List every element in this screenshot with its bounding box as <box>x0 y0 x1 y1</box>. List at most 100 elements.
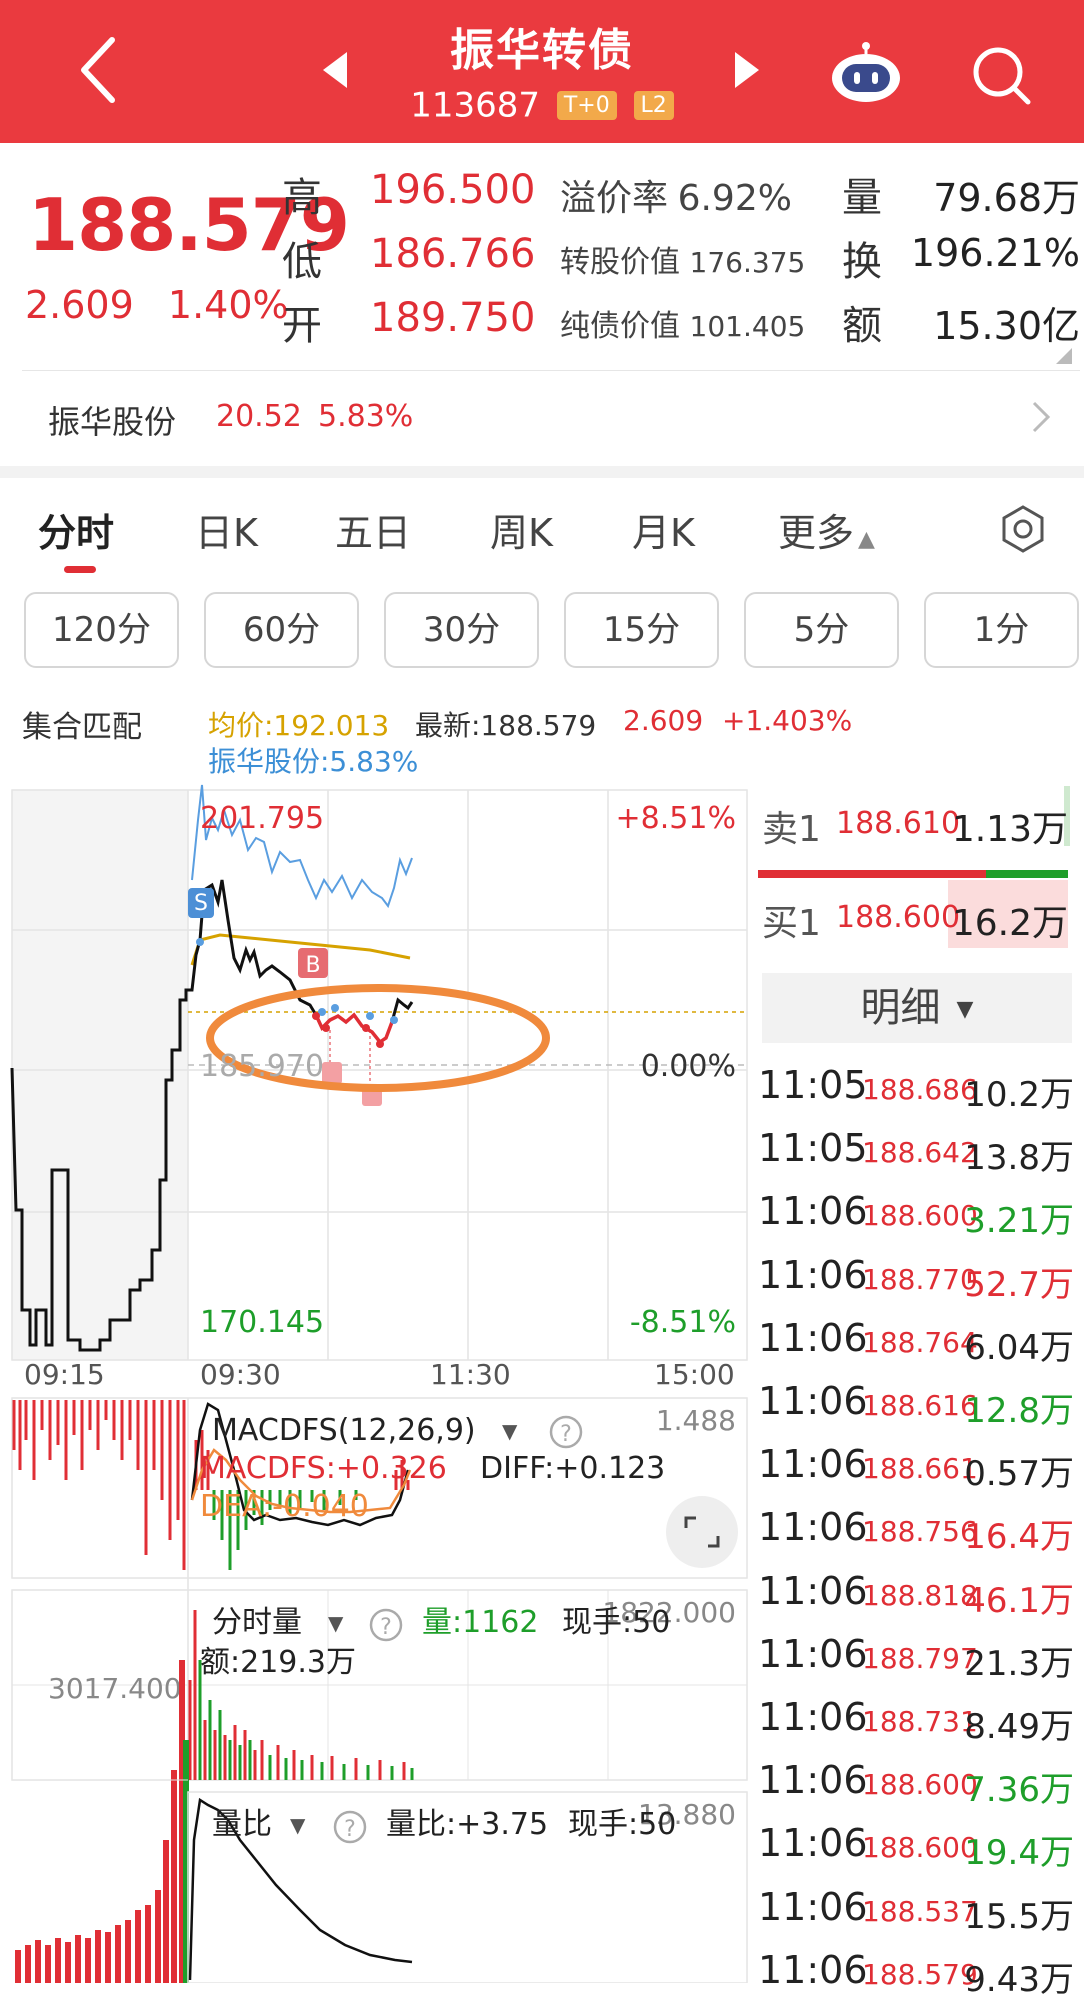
volume-title[interactable]: 分时量 <box>212 1605 302 1640</box>
trade-row: 11:06 188.764 6.04万 <box>758 1308 1078 1370</box>
trade-row: 11:06 188.600 3.21万 <box>758 1181 1078 1243</box>
macd-title[interactable]: MACDFS(12,26,9) <box>212 1413 476 1448</box>
premium-label: 溢价率 <box>560 178 669 219</box>
trade-price: 188.600 <box>862 1768 978 1802</box>
ratio-value: 量比:+3.75 <box>386 1807 548 1842</box>
robot-assistant-icon[interactable] <box>828 42 904 104</box>
period-60m-button[interactable]: 60分 <box>204 592 359 668</box>
period-1m-button[interactable]: 1分 <box>924 592 1079 668</box>
search-icon[interactable] <box>968 42 1036 110</box>
base-pct-label: 0.00% <box>641 1049 736 1084</box>
volume-value: 量:1162 <box>422 1605 538 1640</box>
trade-row: 11:06 188.600 19.4万 <box>758 1813 1078 1875</box>
chart-info-bar: 集合匹配 均价:192.013 最新:188.579 2.609 +1.403%… <box>0 692 852 782</box>
tab-intraday[interactable]: 分时 <box>38 502 114 557</box>
tab-five-day[interactable]: 五日 <box>335 502 411 557</box>
trade-row: 11:06 188.770 52.7万 <box>758 1245 1078 1307</box>
ratio-title[interactable]: 量比 <box>212 1807 272 1842</box>
trade-price: 188.818 <box>862 1578 978 1612</box>
next-security-icon[interactable] <box>735 52 759 88</box>
volume-panel: 分时量 ▼ ? 1822.000 量:1162 现手:50 额:219.3万 3… <box>11 1589 748 1781</box>
ratio-hand: 现手:50 <box>568 1807 676 1842</box>
buy-marker: B <box>305 953 320 978</box>
period-30m-button[interactable]: 30分 <box>384 592 539 668</box>
depth-bar-green <box>986 870 1068 878</box>
tab-more[interactable]: 更多 ▲ <box>778 502 875 557</box>
auction-label: 集合匹配 <box>22 710 142 745</box>
sell-marker: S <box>194 891 208 916</box>
base-price-label: 185.970 <box>200 1049 324 1084</box>
amount-label: 额 <box>842 303 882 349</box>
tag-t0: T+0 <box>556 91 617 120</box>
dropdown-caret-icon[interactable]: ▼ <box>328 1611 344 1635</box>
left-axis-value: 3017.400 <box>48 1672 182 1705</box>
tag-l2: L2 <box>633 91 674 120</box>
trade-time: 11:06 <box>758 1189 868 1234</box>
price-change: 2.609 1.40% <box>25 283 311 327</box>
trade-time: 11:06 <box>758 1505 868 1550</box>
period-120m-button[interactable]: 120分 <box>24 592 179 668</box>
amount-value: 15.30亿 <box>933 304 1080 348</box>
trade-time: 11:06 <box>758 1947 868 1992</box>
trade-price: 188.797 <box>862 1641 978 1675</box>
change-percent: 1.40% <box>167 283 289 327</box>
tab-weekly-k[interactable]: 周K <box>490 502 553 557</box>
dropdown-caret-icon: ▼ <box>956 997 974 1022</box>
trade-row: 11:06 188.797 21.3万 <box>758 1624 1078 1686</box>
trade-price: 188.600 <box>862 1831 978 1865</box>
ask-level-1[interactable]: 卖1 188.610 1.13万 <box>758 786 1068 856</box>
diff-value: DIFF:+0.123 <box>480 1451 665 1486</box>
ask-label: 卖1 <box>762 809 821 850</box>
trade-time: 11:06 <box>758 1631 868 1676</box>
trade-row: 11:06 188.756 16.4万 <box>758 1497 1078 1559</box>
high-price-label: 201.795 <box>200 801 324 836</box>
bid-qty: 16.2万 <box>951 903 1068 944</box>
trade-time: 11:06 <box>758 1758 868 1803</box>
period-15m-button[interactable]: 15分 <box>564 592 719 668</box>
trade-row: 11:06 188.731 8.49万 <box>758 1687 1078 1749</box>
depth-bar-red <box>758 870 986 878</box>
tab-monthly-k[interactable]: 月K <box>632 502 695 557</box>
detail-label: 明细 <box>860 985 941 1031</box>
trade-qty: 0.57万 <box>964 1454 1074 1495</box>
caret-up-icon: ▲ <box>858 527 875 552</box>
volume-ratio-panel: 量比 ▼ ? 13.880 量比:+3.75 现手:50 <box>187 1791 748 1983</box>
detail-dropdown[interactable]: 明细 ▼ <box>762 973 1072 1043</box>
trade-time: 11:06 <box>758 1884 868 1929</box>
dropdown-caret-icon[interactable]: ▼ <box>290 1813 306 1837</box>
trade-time: 11:06 <box>758 1695 868 1739</box>
premium-rate: 溢价率 6.92% <box>560 169 792 221</box>
expand-corner-icon[interactable] <box>1056 348 1072 364</box>
period-5m-button[interactable]: 5分 <box>744 592 899 668</box>
trade-qty: 16.4万 <box>964 1517 1074 1558</box>
bid-level-1[interactable]: 买1 188.600 16.2万 <box>758 880 1068 950</box>
ask-qty: 1.13万 <box>951 809 1068 850</box>
stock-name: 振华股份 <box>48 403 177 441</box>
high-label: 高 <box>282 175 322 221</box>
trade-qty: 7.36万 <box>964 1770 1074 1811</box>
latest-pct: +1.403% <box>722 704 853 737</box>
order-book-panel: 卖1 188.610 1.13万 买1 188.600 16.2万 明细 ▼ 11… <box>752 780 1084 2000</box>
help-icon-glyph[interactable]: ? <box>344 1817 356 1842</box>
open-value: 189.750 <box>370 295 536 341</box>
macdfs-value: MACDFS:+0.326 <box>200 1451 447 1486</box>
tab-daily-k[interactable]: 日K <box>195 502 258 557</box>
trade-qty: 46.1万 <box>964 1580 1074 1621</box>
trade-row: 11:06 188.537 15.5万 <box>758 1877 1078 1939</box>
settings-icon[interactable] <box>998 504 1048 554</box>
trade-time: 11:06 <box>758 1442 868 1487</box>
bond-value: 纯债价值 101.405 <box>560 301 805 345</box>
trade-row: 11:05 188.686 10.2万 <box>758 1055 1078 1117</box>
dropdown-caret-icon[interactable]: ▼ <box>502 1419 518 1443</box>
tab-more-label: 更多 <box>778 511 855 555</box>
avg-price: 均价:192.013 <box>208 709 390 742</box>
trade-price: 188.764 <box>862 1325 978 1359</box>
help-icon-glyph[interactable]: ? <box>560 1422 572 1447</box>
quote-panel: 188.579 2.609 1.40% 高 低 开 196.500 186.76… <box>0 143 1084 373</box>
trade-price: 188.661 <box>862 1452 978 1486</box>
intraday-chart[interactable]: S B 201.795 +8.51% 185.970 0.00% 170.145… <box>0 780 750 1983</box>
trade-price: 188.616 <box>862 1389 978 1422</box>
time-label-1500: 15:00 <box>654 1358 735 1391</box>
underlying-stock-row[interactable]: 振华股份 20.52 5.83% <box>0 385 1084 455</box>
help-icon-glyph[interactable]: ? <box>380 1615 392 1640</box>
